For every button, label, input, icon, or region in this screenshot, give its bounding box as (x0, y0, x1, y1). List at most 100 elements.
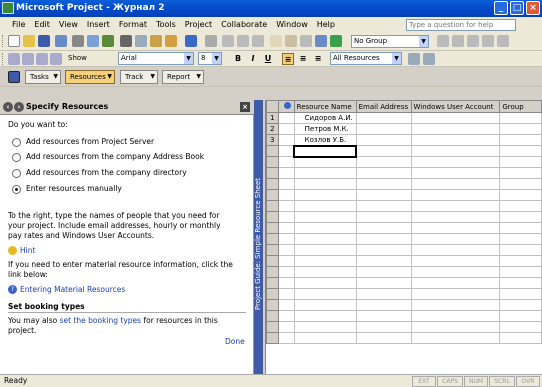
spelling-icon[interactable] (102, 35, 114, 47)
format-painter-icon[interactable] (165, 35, 177, 47)
group-cell[interactable] (499, 134, 542, 146)
track-guide-button[interactable]: Track ▼ (120, 70, 158, 84)
row-number[interactable] (266, 233, 279, 245)
resource-name-cell[interactable]: Сидоров А.И. (294, 112, 357, 124)
indicator-cell[interactable] (278, 200, 295, 212)
table-row[interactable]: 3 Козлов У.Б. (266, 134, 542, 146)
resource-name-cell[interactable] (294, 266, 357, 278)
table-row[interactable] (266, 156, 542, 168)
table-row[interactable] (266, 266, 542, 278)
table-row[interactable] (266, 178, 542, 190)
row-number[interactable] (266, 156, 279, 168)
email-cell[interactable] (356, 123, 412, 135)
group-cell[interactable] (499, 233, 542, 245)
hint-link[interactable]: Hint (20, 246, 35, 256)
menu-insert[interactable]: Insert (87, 20, 110, 29)
menu-file[interactable]: File (12, 20, 25, 29)
row-number[interactable] (266, 200, 279, 212)
email-cell[interactable] (356, 266, 412, 278)
resource-name-cell[interactable] (294, 321, 357, 333)
align-center-button[interactable]: ≡ (297, 53, 309, 65)
group-cell[interactable] (499, 277, 542, 289)
row-number[interactable]: 3 (266, 134, 279, 146)
table-row[interactable] (266, 310, 542, 322)
help-icon[interactable] (497, 35, 509, 47)
report-guide-button[interactable]: Report ▼ (162, 70, 204, 84)
minimize-button[interactable]: _ (494, 1, 508, 15)
table-row[interactable] (266, 244, 542, 256)
split-task-icon[interactable] (252, 35, 264, 47)
autofilter-icon[interactable] (408, 53, 420, 65)
project-guide-icon[interactable] (330, 35, 342, 47)
table-row[interactable] (266, 321, 542, 333)
table-row[interactable] (266, 200, 542, 212)
help-search-input[interactable]: Type a question for help (406, 19, 516, 31)
booking-types-link[interactable]: set the booking types (60, 316, 141, 325)
indicator-cell[interactable] (278, 178, 295, 190)
group-select[interactable]: No Group ▼ (351, 35, 429, 48)
group-cell[interactable] (499, 255, 542, 267)
resource-name-cell[interactable] (294, 222, 357, 234)
resource-name-cell[interactable]: Козлов У.Б. (294, 134, 357, 146)
underline-button[interactable]: U (262, 53, 274, 65)
table-row[interactable] (266, 189, 542, 201)
account-cell[interactable] (411, 233, 501, 245)
email-cell[interactable] (356, 178, 412, 190)
indicators-header[interactable] (277, 100, 295, 113)
group-cell[interactable] (499, 266, 542, 278)
menu-format[interactable]: Format (119, 20, 147, 29)
account-cell[interactable] (411, 211, 501, 223)
group-cell[interactable] (499, 222, 542, 234)
email-cell[interactable] (356, 332, 412, 344)
option-address-book-label[interactable]: Add resources from the company Address B… (26, 152, 204, 162)
row-number[interactable] (266, 255, 279, 267)
close-pane-icon[interactable]: × (240, 102, 250, 112)
indicator-cell[interactable] (278, 288, 295, 300)
group-cell[interactable] (499, 332, 542, 344)
paste-icon[interactable] (150, 35, 162, 47)
email-cell[interactable] (356, 255, 412, 267)
group-cell[interactable] (499, 123, 542, 135)
email-cell[interactable] (356, 288, 412, 300)
show-subtasks-icon[interactable] (36, 53, 48, 65)
resource-name-cell[interactable] (294, 178, 357, 190)
forward-icon[interactable]: › (14, 102, 24, 112)
indicator-cell[interactable] (278, 277, 295, 289)
resources-guide-button[interactable]: Resources ▼ (65, 70, 115, 84)
row-number[interactable] (266, 178, 279, 190)
resource-name-cell[interactable] (294, 277, 357, 289)
row-number[interactable] (266, 332, 279, 344)
publish-icon[interactable] (300, 35, 312, 47)
option-enter-manually-label[interactable]: Enter resources manually (26, 184, 122, 194)
account-cell[interactable] (411, 134, 501, 146)
copy-picture-icon[interactable] (315, 35, 327, 47)
account-cell[interactable] (411, 167, 501, 179)
email-cell[interactable] (356, 299, 412, 311)
table-row[interactable]: 1 Сидоров А.И. (266, 112, 542, 124)
account-cell[interactable] (411, 321, 501, 333)
email-cell[interactable] (356, 244, 412, 256)
indicator-cell[interactable] (278, 222, 295, 234)
account-cell[interactable] (411, 299, 501, 311)
email-cell[interactable] (356, 321, 412, 333)
cut-icon[interactable] (120, 35, 132, 47)
row-number[interactable] (266, 299, 279, 311)
column-group[interactable]: Group (499, 100, 542, 113)
resource-name-cell[interactable] (294, 156, 357, 168)
email-cell[interactable] (356, 222, 412, 234)
table-row[interactable] (266, 222, 542, 234)
back-icon[interactable]: ‹ (3, 102, 13, 112)
indicator-cell[interactable] (278, 134, 295, 146)
indicator-cell[interactable] (278, 266, 295, 278)
resource-name-cell[interactable] (294, 244, 357, 256)
email-cell[interactable] (356, 167, 412, 179)
email-cell[interactable] (356, 156, 412, 168)
toolbar-grip[interactable] (2, 35, 5, 47)
radio-project-server[interactable] (12, 138, 21, 147)
row-number[interactable] (266, 211, 279, 223)
group-cell[interactable] (499, 321, 542, 333)
email-cell[interactable] (356, 145, 412, 157)
row-number[interactable]: 2 (266, 123, 279, 135)
zoom-out-icon[interactable] (452, 35, 464, 47)
resource-name-cell[interactable] (294, 255, 357, 267)
